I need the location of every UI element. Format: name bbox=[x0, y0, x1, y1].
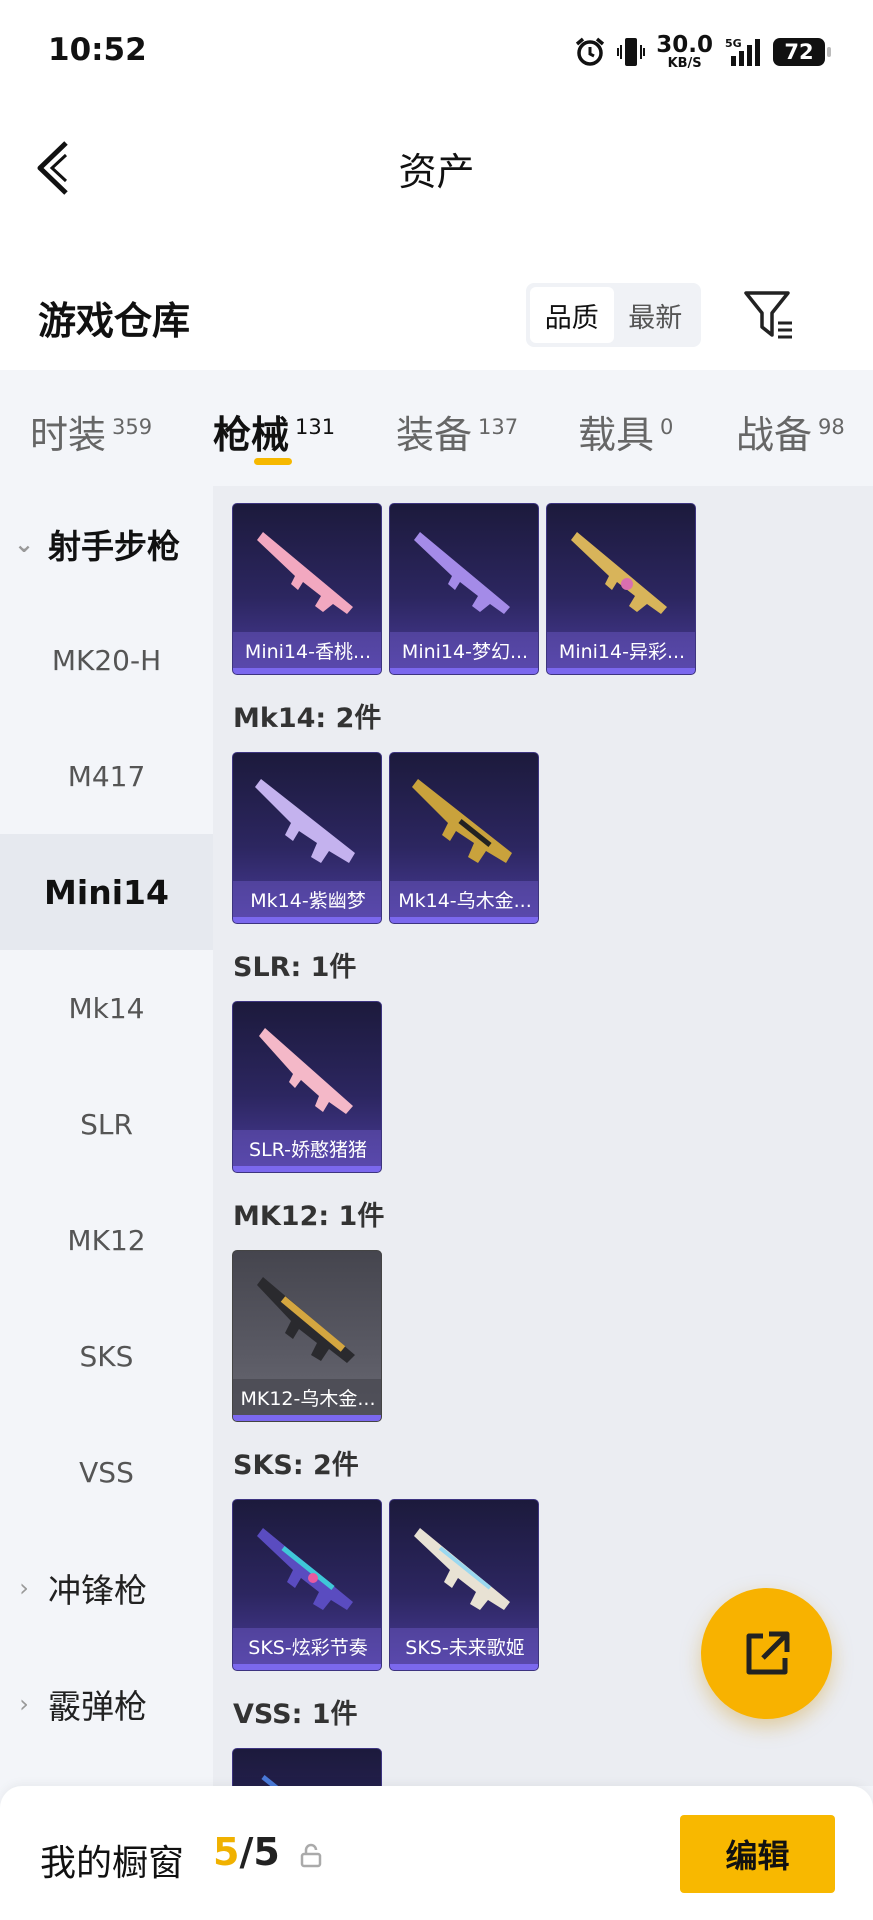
rifle-icon bbox=[257, 532, 353, 614]
sidebar-item-mk14[interactable]: Mk14 bbox=[0, 950, 213, 1066]
tab-equipment[interactable]: 装备 137 bbox=[396, 404, 518, 459]
status-time: 10:52 bbox=[48, 32, 147, 68]
skin-card-label: MK12-乌木金... bbox=[233, 1379, 381, 1415]
chevron-right-icon: › bbox=[19, 1690, 29, 1718]
section-title: 游戏仓库 bbox=[38, 299, 191, 343]
rarity-bar bbox=[233, 1664, 381, 1670]
rarity-bar bbox=[233, 917, 381, 923]
rifle-icon bbox=[412, 779, 512, 863]
status-bar: 10:52 30.0 KB/S 5G 72 bbox=[0, 0, 873, 105]
rifle-icon bbox=[257, 1528, 353, 1610]
skin-card[interactable]: MK12-乌木金... bbox=[232, 1250, 382, 1422]
skin-card[interactable]: SKS-未来歌姬 bbox=[389, 1499, 539, 1671]
skin-card-label: Mini14-香桃... bbox=[233, 632, 381, 668]
category-title-mk12: MK12: 1件 bbox=[233, 1201, 385, 1232]
rifle-icon bbox=[414, 1528, 510, 1610]
rarity-bar bbox=[233, 668, 381, 674]
sidebar-item-mk20h[interactable]: MK20-H bbox=[0, 602, 213, 718]
alarm-icon bbox=[576, 37, 605, 66]
svg-text:5G: 5G bbox=[725, 37, 742, 50]
filter-icon[interactable] bbox=[740, 285, 800, 345]
signal-5g-icon: 5G bbox=[725, 37, 760, 66]
status-icons: 30.0 KB/S 5G 72 bbox=[574, 32, 831, 71]
chevron-right-icon: › bbox=[19, 1574, 29, 1602]
share-button[interactable] bbox=[701, 1588, 832, 1719]
skin-card[interactable]: Mk14-紫幽梦 bbox=[232, 752, 382, 924]
chevron-down-icon: ⌄ bbox=[13, 530, 35, 558]
rarity-bar bbox=[233, 1166, 381, 1172]
sidebar-item-mk12[interactable]: MK12 bbox=[0, 1182, 213, 1298]
rifle-icon bbox=[257, 1277, 355, 1363]
rifle-icon bbox=[255, 779, 355, 863]
warehouse-section-header: 游戏仓库 品质 最新 bbox=[0, 230, 873, 370]
rarity-bar bbox=[390, 917, 538, 923]
weapon-type-sidebar: ⌄ 射手步枪 MK20-H M417 Mini14 Mk14 SLR MK12 S… bbox=[0, 486, 213, 1786]
rifle-icon bbox=[414, 532, 510, 614]
app-root: 10:52 30.0 KB/S 5G 72 资产 游戏仓库 品质 最新 时装 359… bbox=[0, 0, 873, 1920]
vibrate-icon bbox=[617, 38, 646, 66]
skin-card-label: Mini14-异彩... bbox=[547, 632, 695, 668]
battery-indicator: 72 bbox=[773, 38, 831, 66]
category-tabs: 时装 359 枪械 131 装备 137 载具 0 战备 98 bbox=[0, 370, 873, 486]
showcase-bar: 我的橱窗 5/5 编辑 bbox=[0, 1786, 873, 1920]
rifle-icon bbox=[571, 532, 667, 614]
skin-card-label: SLR-娇憨猪猪 bbox=[233, 1130, 381, 1166]
page-title: 资产 bbox=[398, 150, 475, 194]
skin-card-label: Mk14-紫幽梦 bbox=[233, 881, 381, 917]
skin-card[interactable]: Mini14-梦幻... bbox=[389, 503, 539, 675]
rarity-bar bbox=[233, 1415, 381, 1421]
category-title-sks: SKS: 2件 bbox=[233, 1450, 359, 1481]
tab-fashion[interactable]: 时装 359 bbox=[30, 404, 152, 459]
skin-card[interactable]: Mk14-乌木金... bbox=[389, 752, 539, 924]
skin-card[interactable]: SKS-炫彩节奏 bbox=[232, 1499, 382, 1671]
rarity-bar bbox=[390, 1664, 538, 1670]
skin-card[interactable] bbox=[232, 1748, 382, 1786]
edit-button[interactable]: 编辑 bbox=[680, 1815, 835, 1893]
showcase-count: 5/5 bbox=[213, 1830, 280, 1874]
skin-card[interactable]: Mini14-香桃... bbox=[232, 503, 382, 675]
sidebar-item-slr[interactable]: SLR bbox=[0, 1066, 213, 1182]
rarity-bar bbox=[390, 668, 538, 674]
category-title-slr: SLR: 1件 bbox=[233, 952, 357, 983]
sidebar-group-marksman[interactable]: ⌄ 射手步枪 bbox=[0, 486, 213, 602]
page-header: 资产 bbox=[0, 105, 873, 230]
active-tab-indicator bbox=[254, 458, 292, 465]
lock-icon bbox=[300, 1843, 322, 1868]
category-title-mk14: Mk14: 2件 bbox=[233, 703, 382, 734]
sidebar-item-mini14[interactable]: Mini14 bbox=[0, 834, 213, 950]
tab-supplies[interactable]: 战备 98 bbox=[736, 404, 845, 459]
skin-card-label: Mini14-梦幻... bbox=[390, 632, 538, 668]
tab-weapons[interactable]: 枪械 131 bbox=[213, 404, 335, 459]
showcase-label: 我的橱窗 bbox=[40, 1843, 185, 1884]
share-external-icon bbox=[746, 1631, 789, 1674]
sidebar-group-shotgun[interactable]: › 霰弹枪 bbox=[0, 1646, 213, 1762]
sort-quality-button[interactable]: 品质 bbox=[530, 287, 614, 343]
rifle-icon bbox=[259, 1028, 353, 1114]
skin-card-label: Mk14-乌木金... bbox=[390, 881, 538, 917]
skin-card-label: SKS-未来歌姬 bbox=[390, 1628, 538, 1664]
skin-card[interactable]: Mini14-异彩... bbox=[546, 503, 696, 675]
sort-toggle: 品质 最新 bbox=[526, 283, 701, 347]
sidebar-group-smg[interactable]: › 冲锋枪 bbox=[0, 1530, 213, 1646]
category-title-vss: VSS: 1件 bbox=[233, 1699, 358, 1730]
rifle-icon bbox=[261, 1775, 279, 1786]
sidebar-item-vss[interactable]: VSS bbox=[0, 1414, 213, 1530]
tab-vehicles[interactable]: 载具 0 bbox=[578, 404, 673, 459]
skin-card-label: SKS-炫彩节奏 bbox=[233, 1628, 381, 1664]
rarity-bar bbox=[547, 668, 695, 674]
sort-newest-button[interactable]: 最新 bbox=[614, 287, 698, 343]
net-speed: 30.0 KB/S bbox=[656, 32, 713, 71]
sidebar-item-m417[interactable]: M417 bbox=[0, 718, 213, 834]
sidebar-item-sks[interactable]: SKS bbox=[0, 1298, 213, 1414]
skin-card[interactable]: SLR-娇憨猪猪 bbox=[232, 1001, 382, 1173]
